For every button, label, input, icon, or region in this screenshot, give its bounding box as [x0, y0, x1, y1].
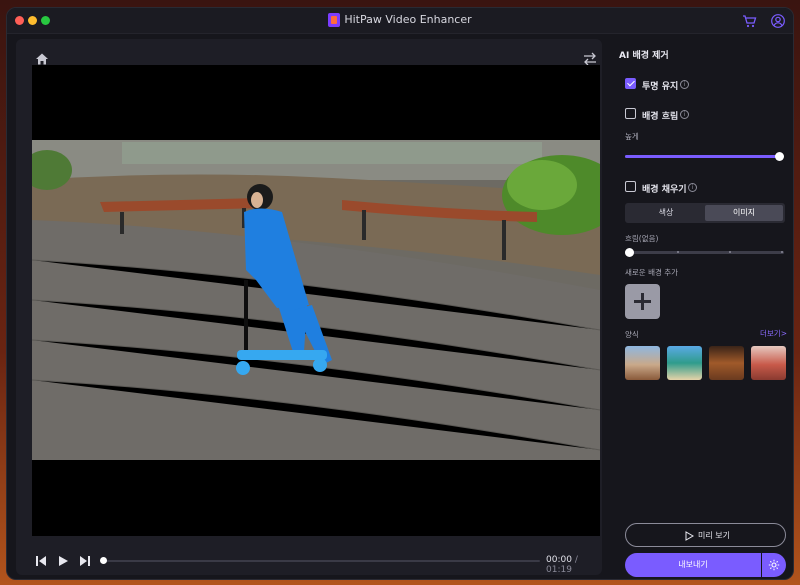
fill-background-label: 배경 채우기	[642, 185, 687, 195]
export-settings-button[interactable]	[762, 553, 786, 577]
app-logo-icon	[328, 13, 341, 27]
video-canvas[interactable]	[32, 65, 600, 536]
height-label: 높게	[625, 132, 639, 141]
export-button[interactable]: 내보내기	[625, 553, 761, 577]
tab-image[interactable]: 이미지	[705, 205, 783, 221]
preview-pane: 00:00 / 01:19	[16, 39, 602, 575]
style-thumbnail[interactable]	[751, 346, 786, 380]
title-bar: HitPaw Video Enhancer	[7, 8, 793, 34]
blur-slider-track[interactable]	[625, 251, 784, 254]
next-frame-icon[interactable]	[79, 555, 91, 567]
panel-title: AI 배경 제거	[619, 51, 669, 61]
play-outline-icon	[685, 531, 694, 541]
new-background-label: 새로운 배경 추가	[625, 268, 679, 277]
preview-button-label: 미리 보기	[698, 531, 730, 540]
preview-button[interactable]: 미리 보기	[625, 523, 786, 547]
style-thumbnail[interactable]	[709, 346, 744, 380]
playback-controls: 00:00 / 01:19	[16, 547, 602, 575]
style-thumbnail[interactable]	[667, 346, 702, 380]
play-icon[interactable]	[57, 555, 69, 567]
current-time: 00:00	[546, 555, 572, 565]
fill-type-tabs: 색상 이미지	[625, 203, 785, 223]
settings-panel: AI 배경 제거 투명 유지 i 배경 흐림 i 높게 배경 채우기 i 색상 …	[609, 35, 793, 579]
height-slider-fill	[625, 155, 780, 158]
blur-slider-tick	[677, 251, 679, 253]
window-title: HitPaw Video Enhancer	[7, 13, 793, 27]
keep-transparent-checkbox[interactable]	[625, 78, 636, 89]
add-background-button[interactable]	[625, 284, 660, 319]
account-icon[interactable]	[770, 13, 786, 29]
gear-icon	[768, 559, 780, 571]
previous-frame-icon[interactable]	[35, 555, 47, 567]
progress-bar[interactable]	[102, 560, 540, 562]
cart-icon[interactable]	[741, 13, 757, 29]
height-slider-handle[interactable]	[775, 152, 784, 161]
more-styles-link[interactable]: 더보기>	[760, 328, 787, 339]
blur-label: 흐림(없음)	[625, 234, 659, 243]
total-time: 01:19	[546, 565, 572, 575]
blur-slider-handle[interactable]	[625, 248, 634, 257]
export-button-label: 내보내기	[678, 560, 708, 569]
blur-background-info-icon[interactable]: i	[680, 110, 689, 119]
tab-color[interactable]: 색상	[627, 205, 705, 221]
style-thumbnail[interactable]	[625, 346, 660, 380]
style-label: 양식	[625, 330, 639, 339]
blur-slider-tick	[781, 251, 783, 253]
fill-background-checkbox[interactable]	[625, 181, 636, 192]
blur-background-label: 배경 흐림	[642, 112, 679, 122]
app-window: HitPaw Video Enhancer 00:00 / 01:19 AI 배…	[6, 7, 794, 580]
time-readout: 00:00 / 01:19	[546, 555, 602, 575]
keep-transparent-label: 투명 유지	[642, 82, 679, 92]
blur-background-checkbox[interactable]	[625, 108, 636, 119]
keep-transparent-info-icon[interactable]: i	[680, 80, 689, 89]
app-title: HitPaw Video Enhancer	[344, 13, 472, 26]
progress-handle[interactable]	[100, 557, 107, 564]
fill-background-info-icon[interactable]: i	[688, 183, 697, 192]
video-frame	[32, 140, 600, 460]
blur-slider-tick	[729, 251, 731, 253]
time-separator: /	[574, 555, 578, 565]
